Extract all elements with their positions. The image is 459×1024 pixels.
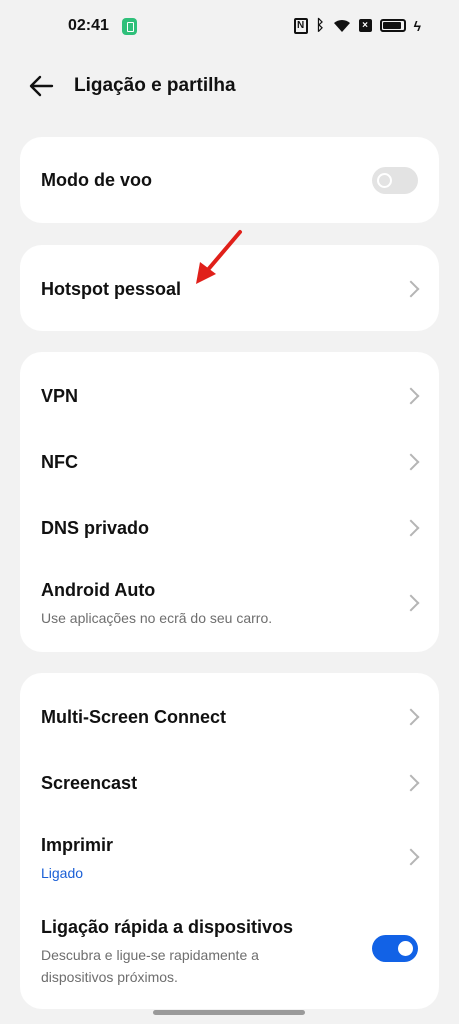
hotspot-label: Hotspot pessoal xyxy=(41,279,182,299)
print-status: Ligado xyxy=(41,865,84,881)
android-auto-row[interactable]: Android Auto Use aplicações no ecrã do s… xyxy=(20,560,439,644)
chevron-right-icon xyxy=(402,453,420,471)
nfc-row[interactable]: NFC xyxy=(20,428,439,494)
private-dns-label: DNS privado xyxy=(41,518,150,538)
multi-screen-connect-label: Multi-Screen Connect xyxy=(41,707,227,727)
quick-device-connect-label: Ligação rápida a dispositivos xyxy=(41,917,294,937)
chevron-right-icon xyxy=(402,387,420,405)
battery-icon xyxy=(379,19,406,32)
chevron-right-icon xyxy=(402,848,420,866)
chevron-right-icon xyxy=(402,774,420,792)
airplane-mode-toggle[interactable] xyxy=(372,167,418,194)
status-bar: 02:41 N ᛒ × ϟ xyxy=(0,0,459,54)
screencast-label: Screencast xyxy=(41,773,138,793)
print-label: Imprimir xyxy=(41,835,114,855)
nfc-icon: N xyxy=(293,17,308,34)
toggle-knob xyxy=(398,941,413,956)
android-auto-label: Android Auto xyxy=(41,580,156,600)
vpn-label: VPN xyxy=(41,386,79,406)
nfc-label: NFC xyxy=(41,452,78,472)
quick-device-connect-row[interactable]: Ligação rápida a dispositivos Descubra e… xyxy=(20,897,439,1005)
battery-saver-icon xyxy=(122,18,137,35)
airplane-mode-row[interactable]: Modo de voo xyxy=(20,137,439,223)
multi-screen-connect-row[interactable]: Multi-Screen Connect xyxy=(20,683,439,749)
airplane-card: Modo de voo xyxy=(20,137,439,223)
vpn-row[interactable]: VPN xyxy=(20,362,439,428)
bluetooth-icon: ᛒ xyxy=(315,17,325,34)
system-icons: N ᛒ × ϟ xyxy=(293,17,421,34)
page-header: Ligação e partilha xyxy=(0,62,459,110)
print-row[interactable]: Imprimir Ligado xyxy=(20,815,439,897)
back-arrow-icon[interactable] xyxy=(28,74,54,98)
screencast-row[interactable]: Screencast xyxy=(20,749,439,815)
chevron-right-icon xyxy=(402,280,420,298)
chevron-right-icon xyxy=(402,708,420,726)
private-dns-row[interactable]: DNS privado xyxy=(20,494,439,560)
chevron-right-icon xyxy=(402,594,420,612)
page-title: Ligação e partilha xyxy=(74,75,236,96)
annotation-arrow-icon xyxy=(196,230,242,284)
connect-card: Multi-Screen Connect Screencast Imprimir… xyxy=(20,673,439,1009)
quick-device-connect-description: Descubra e ligue-se rapidamente a dispos… xyxy=(41,947,259,985)
x-box-icon: × xyxy=(358,19,372,32)
network-card: VPN NFC DNS privado Android Auto Use apl… xyxy=(20,352,439,652)
quick-device-connect-toggle[interactable] xyxy=(372,935,418,962)
status-time: 02:41 xyxy=(68,17,109,34)
toggle-knob xyxy=(377,173,392,188)
wifi-icon xyxy=(333,19,351,33)
chevron-right-icon xyxy=(402,519,420,537)
home-indicator[interactable] xyxy=(153,1010,305,1015)
android-auto-description: Use aplicações no ecrã do seu carro. xyxy=(41,610,273,626)
charging-icon: ϟ xyxy=(413,17,421,34)
airplane-mode-label: Modo de voo xyxy=(41,170,152,190)
